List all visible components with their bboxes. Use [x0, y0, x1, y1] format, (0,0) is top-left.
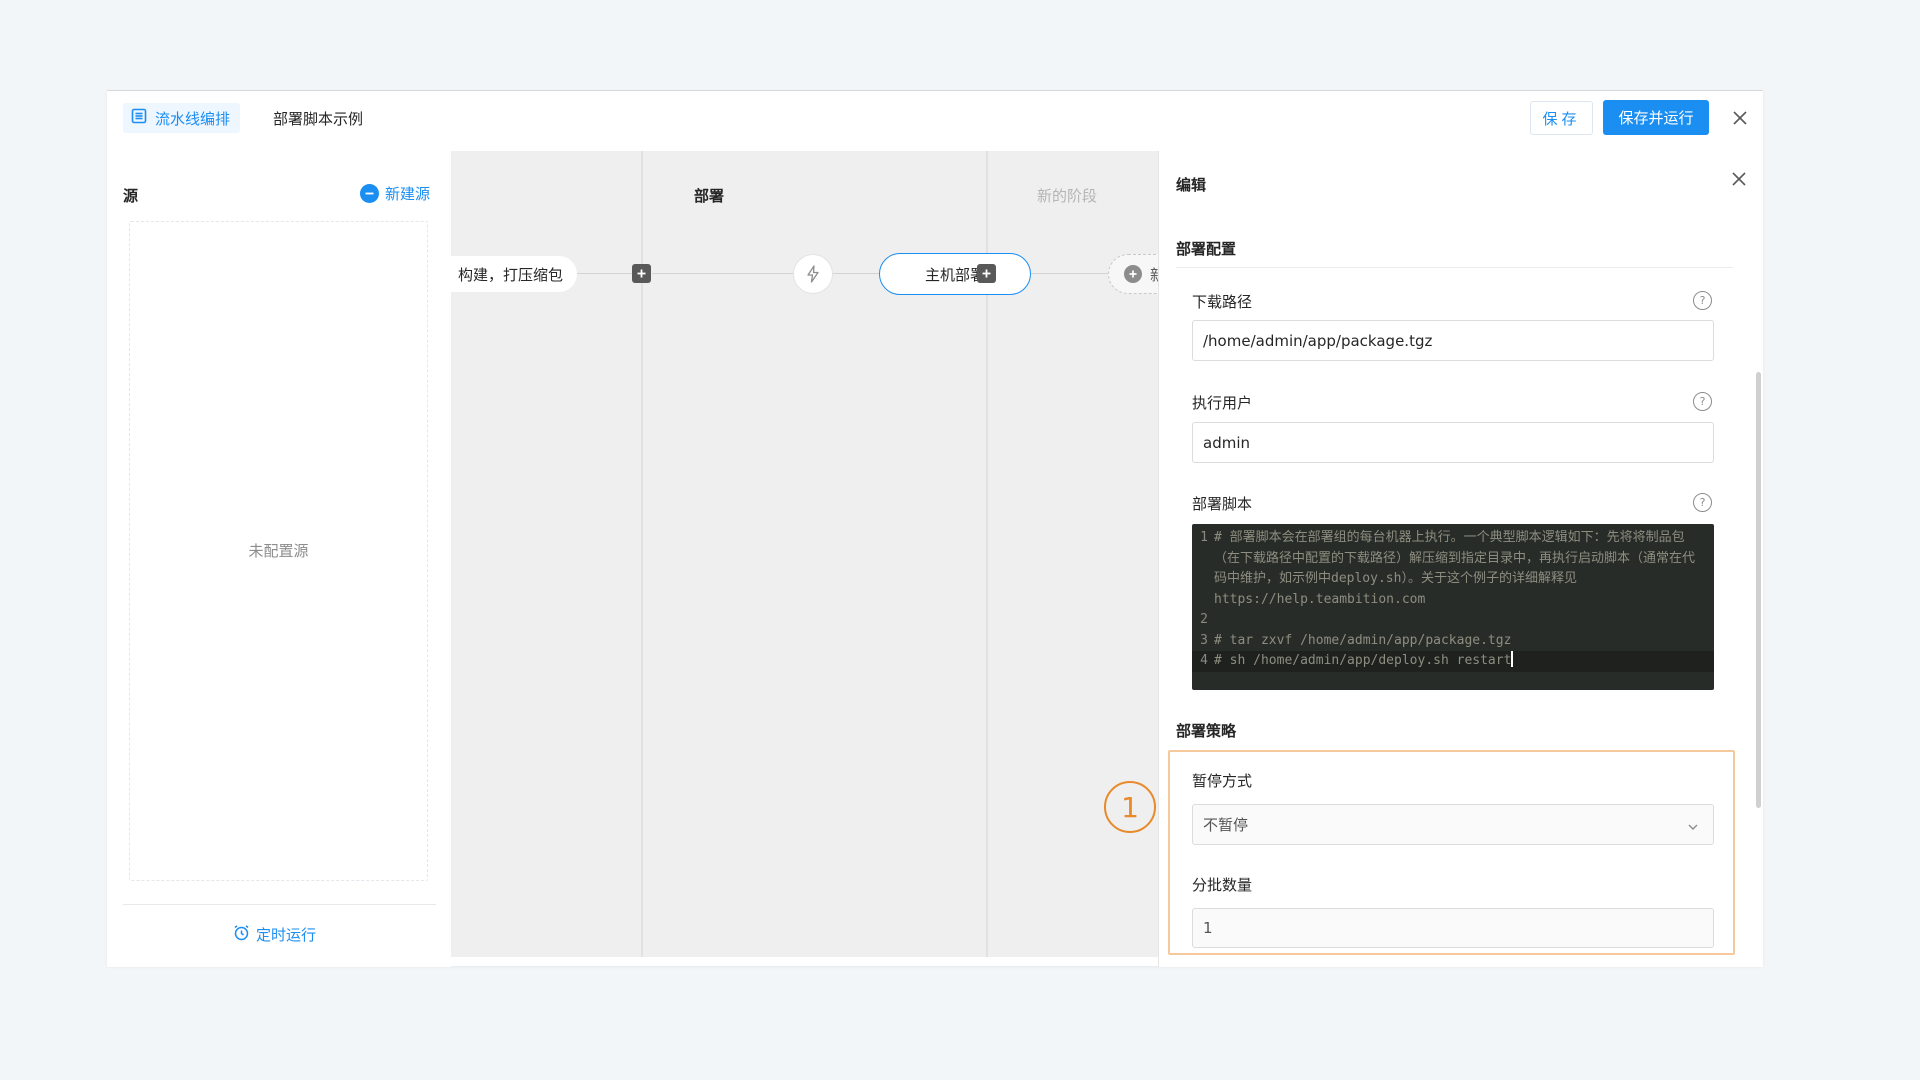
code-line: 1 # 部署脚本会在部署组的每台机器上执行。一个典型脚本逻辑如下：先将将制品包（… — [1192, 528, 1714, 610]
deploy-script-label: 部署脚本 — [1192, 495, 1253, 513]
edit-title: 编辑 — [1176, 176, 1207, 194]
divider — [123, 904, 436, 905]
pause-mode-label: 暂停方式 — [1192, 772, 1253, 790]
help-icon[interactable]: ? — [1693, 392, 1712, 411]
close-icon[interactable] — [1726, 166, 1752, 192]
code-text: # tar zxvf /home/admin/app/package.tgz — [1214, 632, 1512, 648]
connector-line — [652, 273, 793, 274]
pause-mode-select[interactable]: 不暂停 — [1192, 804, 1714, 845]
add-stage-icon[interactable] — [632, 264, 651, 283]
save-and-run-button[interactable]: 保存并运行 — [1603, 100, 1709, 135]
help-icon[interactable]: ? — [1693, 493, 1712, 512]
code-line: 2 — [1192, 610, 1714, 631]
save-button[interactable]: 保存 — [1530, 101, 1593, 135]
download-path-label: 下载路径 — [1192, 293, 1253, 311]
source-panel: 源 新建源 未配置源 定时运行 — [107, 151, 451, 967]
callout-number: 1 — [1104, 781, 1156, 833]
source-empty-area: 未配置源 — [129, 221, 428, 881]
new-source-button[interactable]: 新建源 — [360, 183, 430, 204]
edit-panel-content: 编辑 部署配置 下载路径 ? /home/admin/app/package.t… — [1051, 150, 1763, 966]
help-icon[interactable]: ? — [1693, 291, 1712, 310]
pipeline-icon — [131, 108, 147, 128]
schedule-label: 定时运行 — [256, 926, 317, 944]
close-icon[interactable] — [1727, 105, 1753, 131]
tab-label: 流水线编排 — [155, 109, 231, 128]
connector-line — [576, 273, 633, 274]
add-circle-icon — [360, 184, 379, 203]
new-source-label: 新建源 — [385, 185, 431, 203]
line-number: 3 — [1200, 632, 1208, 648]
schedule-run-button[interactable]: 定时运行 — [233, 924, 316, 945]
stage-title-deploy[interactable]: 部署 — [694, 185, 724, 206]
script-editor[interactable]: 1 # 部署脚本会在部署组的每台机器上执行。一个典型脚本逻辑如下：先将将制品包（… — [1192, 524, 1714, 690]
code-text: # sh /home/admin/app/deploy.sh restart — [1214, 653, 1512, 668]
chevron-down-icon — [1687, 819, 1699, 837]
exec-user-label: 执行用户 — [1192, 394, 1253, 412]
divider — [1176, 267, 1733, 268]
job-build-package[interactable]: 构建，打压缩包 — [451, 256, 577, 292]
download-path-input[interactable]: /home/admin/app/package.tgz — [1192, 320, 1714, 361]
source-title: 源 — [123, 187, 139, 205]
pause-mode-value: 不暂停 — [1203, 816, 1249, 834]
batch-count-label: 分批数量 — [1192, 876, 1253, 894]
exec-user-input[interactable]: admin — [1192, 422, 1714, 463]
section-title-deploy-config: 部署配置 — [1176, 240, 1237, 258]
line-number: 1 — [1200, 530, 1208, 545]
code-text-active: # sh /home/admin/app/deploy.sh restart — [1214, 651, 1714, 672]
line-number: 2 — [1200, 612, 1208, 627]
connector-line — [833, 273, 879, 274]
batch-count-input[interactable]: 1 — [1192, 908, 1714, 948]
pipeline-name[interactable]: 部署脚本示例 — [273, 103, 363, 133]
code-line: 3 # tar zxvf /home/admin/app/package.tgz — [1192, 631, 1714, 652]
tab-pipeline-orchestration[interactable]: 流水线编排 — [123, 103, 241, 133]
alarm-clock-icon — [233, 924, 250, 945]
code-text: # 部署脚本会在部署组的每台机器上执行。一个典型脚本逻辑如下：先将将制品包（在下… — [1214, 530, 1696, 607]
lightning-icon[interactable] — [793, 254, 833, 294]
editor-header: 流水线编排 部署脚本示例 保存 保存并运行 — [107, 91, 1763, 151]
line-number: 4 — [1200, 653, 1208, 668]
job-host-deploy[interactable]: 主机部署 — [879, 253, 1031, 295]
source-empty-text: 未配置源 — [248, 542, 309, 560]
section-title-deploy-strategy: 部署策略 — [1176, 722, 1237, 740]
scrollbar[interactable] — [1756, 372, 1761, 808]
text-caret — [1511, 651, 1514, 667]
code-line: 4 # sh /home/admin/app/deploy.sh restart — [1192, 651, 1714, 672]
add-stage-icon[interactable] — [977, 264, 996, 283]
